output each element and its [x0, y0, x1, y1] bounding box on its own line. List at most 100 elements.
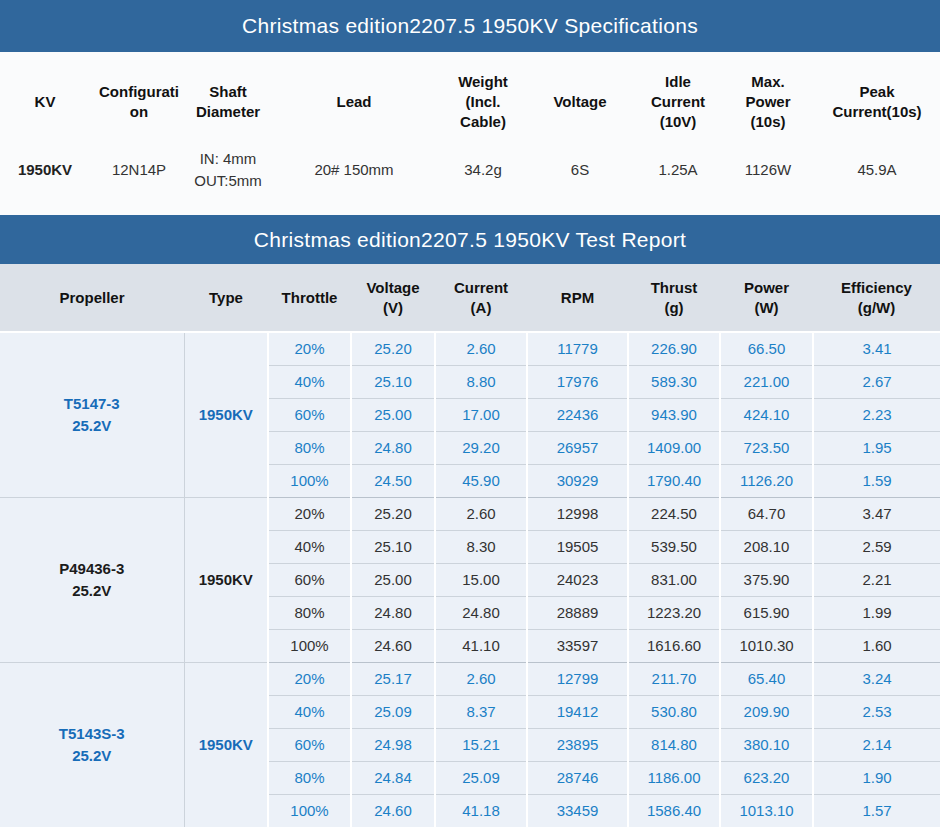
efficiency_gw-cell: 3.47 — [813, 497, 940, 530]
spec-value-cell: 1.25A — [634, 152, 722, 188]
test-header-cell: RPM — [527, 264, 628, 332]
throttle-cell: 20% — [268, 662, 351, 695]
rpm-cell: 23895 — [527, 728, 628, 761]
efficiency_gw-cell: 1.60 — [813, 629, 940, 662]
voltage_v-cell: 24.80 — [351, 431, 435, 464]
current_a-cell: 29.20 — [435, 431, 527, 464]
voltage_v-cell: 24.60 — [351, 629, 435, 662]
type-cell: 1950KV — [184, 662, 268, 827]
voltage_v-cell: 25.20 — [351, 497, 435, 530]
test-header-cell: Voltage (V) — [351, 264, 435, 332]
specifications-title-bar: Christmas edition2207.5 1950KV Specifica… — [0, 0, 940, 52]
power_w-cell: 209.90 — [720, 695, 813, 728]
spec-header-cell: KV — [0, 52, 90, 152]
spec-header-cell: Peak Current(10s) — [814, 52, 940, 152]
spec-value-cell: 6S — [526, 152, 634, 188]
current_a-cell: 17.00 — [435, 398, 527, 431]
voltage_v-cell: 24.80 — [351, 596, 435, 629]
throttle-cell: 100% — [268, 464, 351, 497]
test-row: T5143S-3 25.2V1950KV20%25.172.6012799211… — [0, 662, 940, 695]
test-header-cell: Propeller — [0, 264, 184, 332]
efficiency_gw-cell: 1.99 — [813, 596, 940, 629]
test-report-title-bar: Christmas edition2207.5 1950KV Test Repo… — [0, 215, 940, 264]
test-header-cell: Throttle — [268, 264, 351, 332]
specifications-title: Christmas edition2207.5 1950KV Specifica… — [242, 14, 698, 38]
efficiency_gw-cell: 2.67 — [813, 365, 940, 398]
spec-value-cell: 45.9A — [814, 152, 940, 188]
throttle-cell: 80% — [268, 596, 351, 629]
rpm-cell: 19505 — [527, 530, 628, 563]
efficiency_gw-cell: 2.53 — [813, 695, 940, 728]
rpm-cell: 33459 — [527, 794, 628, 827]
test-report-title: Christmas edition2207.5 1950KV Test Repo… — [254, 228, 686, 252]
power_w-cell: 380.10 — [720, 728, 813, 761]
test-report-header-row: PropellerTypeThrottleVoltage (V)Current … — [0, 264, 940, 332]
power_w-cell: 615.90 — [720, 596, 813, 629]
thrust_g-cell: 1223.20 — [628, 596, 720, 629]
current_a-cell: 41.10 — [435, 629, 527, 662]
power_w-cell: 375.90 — [720, 563, 813, 596]
throttle-cell: 40% — [268, 695, 351, 728]
spec-value-cell: 1950KV — [0, 152, 90, 188]
current_a-cell: 8.30 — [435, 530, 527, 563]
rpm-cell: 26957 — [527, 431, 628, 464]
spec-column: Idle Current (10V)1.25A — [634, 52, 722, 215]
spec-column: Shaft DiameterIN: 4mm OUT:5mm — [188, 52, 268, 215]
power_w-cell: 64.70 — [720, 497, 813, 530]
power_w-cell: 221.00 — [720, 365, 813, 398]
rpm-cell: 22436 — [527, 398, 628, 431]
voltage_v-cell: 25.00 — [351, 563, 435, 596]
throttle-cell: 100% — [268, 794, 351, 827]
power_w-cell: 1013.10 — [720, 794, 813, 827]
current_a-cell: 24.80 — [435, 596, 527, 629]
power_w-cell: 1010.30 — [720, 629, 813, 662]
efficiency_gw-cell: 1.57 — [813, 794, 940, 827]
thrust_g-cell: 831.00 — [628, 563, 720, 596]
spec-column: Max. Power (10s)1126W — [722, 52, 814, 215]
rpm-cell: 12799 — [527, 662, 628, 695]
spec-column: KV1950KV — [0, 52, 90, 215]
efficiency_gw-cell: 1.95 — [813, 431, 940, 464]
thrust_g-cell: 226.90 — [628, 332, 720, 365]
test-row: P49436-3 25.2V1950KV20%25.202.6012998224… — [0, 497, 940, 530]
power_w-cell: 208.10 — [720, 530, 813, 563]
spec-header-cell: Shaft Diameter — [188, 52, 268, 152]
voltage_v-cell: 25.10 — [351, 365, 435, 398]
test-header-cell: Power (W) — [720, 264, 813, 332]
throttle-cell: 80% — [268, 761, 351, 794]
current_a-cell: 15.21 — [435, 728, 527, 761]
test-header-cell: Thrust (g) — [628, 264, 720, 332]
voltage_v-cell: 24.98 — [351, 728, 435, 761]
test-header-cell: Efficiency (g/W) — [813, 264, 940, 332]
spec-column: Voltage6S — [526, 52, 634, 215]
throttle-cell: 100% — [268, 629, 351, 662]
current_a-cell: 2.60 — [435, 662, 527, 695]
current_a-cell: 8.37 — [435, 695, 527, 728]
thrust_g-cell: 814.80 — [628, 728, 720, 761]
throttle-cell: 80% — [268, 431, 351, 464]
voltage_v-cell: 25.17 — [351, 662, 435, 695]
thrust_g-cell: 1409.00 — [628, 431, 720, 464]
voltage_v-cell: 25.10 — [351, 530, 435, 563]
thrust_g-cell: 1586.40 — [628, 794, 720, 827]
thrust_g-cell: 224.50 — [628, 497, 720, 530]
thrust_g-cell: 1790.40 — [628, 464, 720, 497]
power_w-cell: 723.50 — [720, 431, 813, 464]
power_w-cell: 1126.20 — [720, 464, 813, 497]
spec-value-cell: IN: 4mm OUT:5mm — [188, 152, 268, 188]
throttle-cell: 20% — [268, 332, 351, 365]
propeller-cell: T5147-3 25.2V — [0, 332, 184, 497]
voltage_v-cell: 25.09 — [351, 695, 435, 728]
propeller-cell: P49436-3 25.2V — [0, 497, 184, 662]
rpm-cell: 24023 — [527, 563, 628, 596]
rpm-cell: 19412 — [527, 695, 628, 728]
spec-header-cell: Idle Current (10V) — [634, 52, 722, 152]
throttle-cell: 40% — [268, 530, 351, 563]
current_a-cell: 41.18 — [435, 794, 527, 827]
spec-value-cell: 34.2g — [440, 152, 526, 188]
current_a-cell: 2.60 — [435, 497, 527, 530]
current_a-cell: 2.60 — [435, 332, 527, 365]
spec-header-cell: Lead — [268, 52, 440, 152]
voltage_v-cell: 25.20 — [351, 332, 435, 365]
current_a-cell: 45.90 — [435, 464, 527, 497]
